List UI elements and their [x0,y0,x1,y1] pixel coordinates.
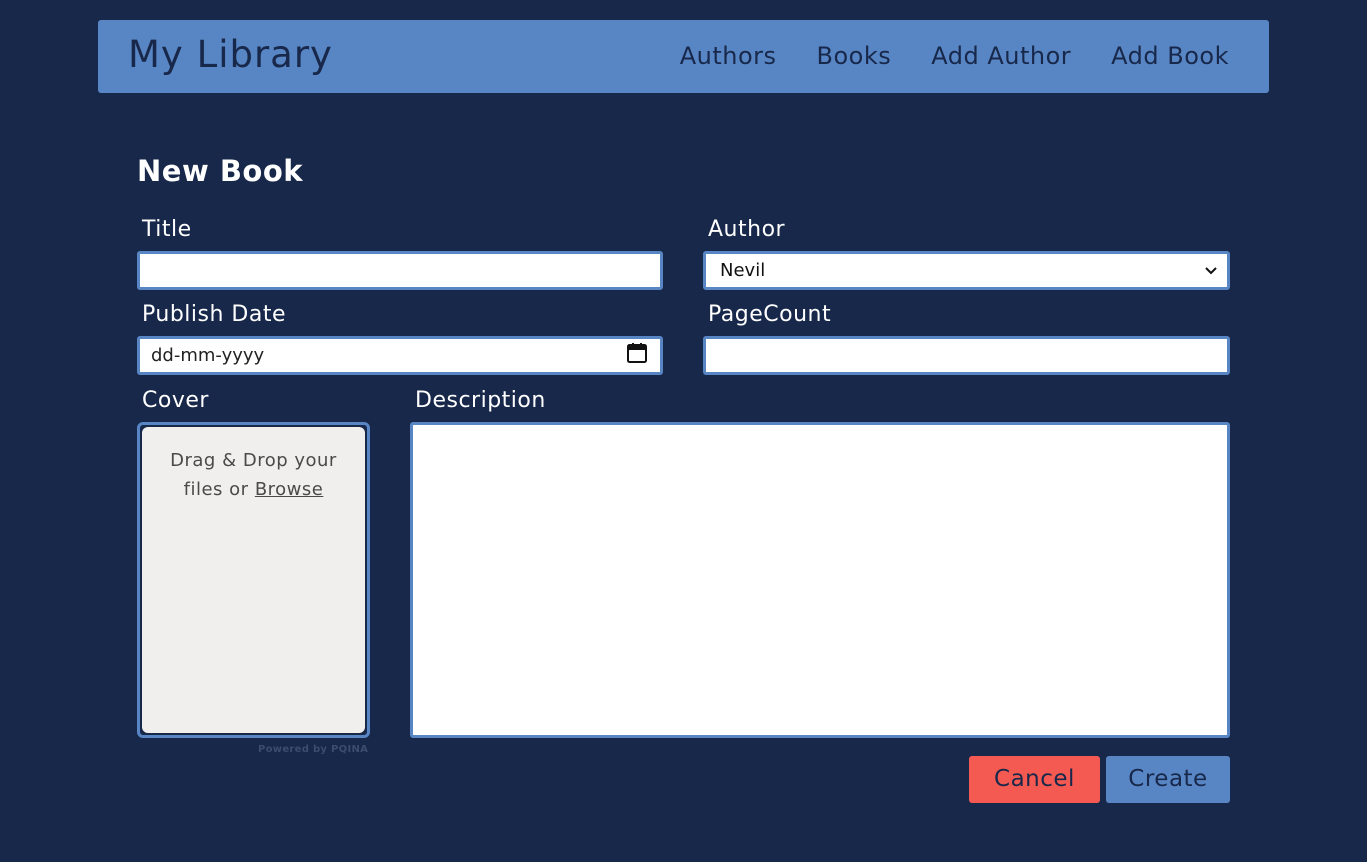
chevron-down-icon [1205,264,1217,278]
publish-date-label: Publish Date [142,302,286,327]
nav-add-author[interactable]: Add Author [931,40,1071,72]
nav-books[interactable]: Books [817,40,892,72]
author-selected-value: Nevil [720,260,766,281]
cancel-button[interactable]: Cancel [969,756,1100,803]
author-label: Author [708,217,786,242]
nav-authors[interactable]: Authors [680,40,777,72]
cover-dropzone[interactable]: Drag & Drop your files or Browse [137,422,370,738]
title-input[interactable] [137,251,663,290]
cover-drop-text: Drag & Drop your [170,450,337,471]
create-button[interactable]: Create [1106,756,1230,803]
site-header: My Library Authors Books Add Author Add … [98,20,1269,93]
cover-drop-area[interactable]: Drag & Drop your files or Browse [142,427,365,733]
author-select[interactable]: Nevil [703,251,1230,290]
cover-label: Cover [142,388,209,413]
page-count-input[interactable] [703,336,1230,375]
browse-link[interactable]: Browse [255,479,324,500]
description-textarea[interactable] [410,422,1230,738]
nav-add-book[interactable]: Add Book [1111,40,1229,72]
publish-date-placeholder: dd-mm-yyyy [151,345,265,366]
description-label: Description [415,388,546,413]
cover-drop-text-files: files or [183,479,249,500]
calendar-icon[interactable] [626,342,648,369]
cover-drop-text-2: files or Browse [142,475,365,504]
page-count-label: PageCount [708,302,832,327]
powered-by-text[interactable]: Powered by PQINA [258,744,368,755]
main-nav: Authors Books Add Author Add Book [680,40,1229,72]
title-label: Title [142,217,192,242]
page-title: New Book [137,154,304,188]
publish-date-input[interactable]: dd-mm-yyyy [137,336,663,375]
brand-logo[interactable]: My Library [128,32,333,78]
